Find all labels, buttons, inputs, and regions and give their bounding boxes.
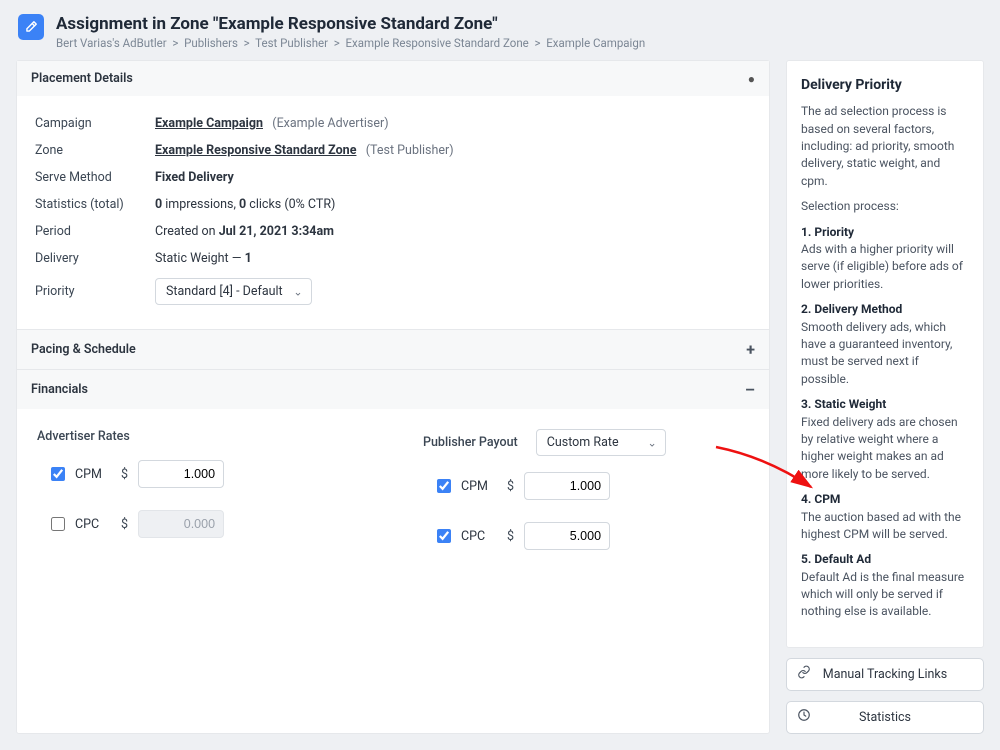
step-priority: 1. Priority Ads with a higher priority w… bbox=[801, 224, 969, 294]
page-title: Assignment in Zone "Example Responsive S… bbox=[56, 14, 645, 34]
zone-publisher: (Test Publisher) bbox=[366, 143, 454, 158]
sidebar-intro: The ad selection process is based on sev… bbox=[801, 103, 969, 190]
pub-cpm-checkbox[interactable] bbox=[437, 479, 451, 493]
pub-cpc-input[interactable] bbox=[524, 522, 610, 550]
page-header: Assignment in Zone "Example Responsive S… bbox=[0, 0, 1000, 60]
value-serve-method: Fixed Delivery bbox=[155, 170, 234, 185]
breadcrumb-item[interactable]: Bert Varias's AdButler bbox=[56, 36, 167, 50]
link-icon bbox=[797, 665, 811, 683]
breadcrumb-item[interactable]: Publishers bbox=[184, 36, 238, 50]
sidebar: Delivery Priority The ad selection proce… bbox=[786, 60, 984, 734]
adv-cpm-label: CPM bbox=[75, 467, 111, 482]
step-cpm: 4. CPM The auction based ad with the hig… bbox=[801, 491, 969, 543]
step-default-ad: 5. Default Ad Default Ad is the final me… bbox=[801, 551, 969, 621]
section-head-pacing[interactable]: Pacing & Schedule + bbox=[17, 330, 769, 369]
expand-icon: + bbox=[746, 340, 755, 359]
breadcrumb-item[interactable]: Example Responsive Standard Zone bbox=[345, 36, 528, 50]
breadcrumb: Bert Varias's AdButler > Publishers > Te… bbox=[56, 36, 645, 50]
chevron-down-icon: ⌄ bbox=[648, 436, 657, 449]
rate-row-pub-cpc: CPC $ bbox=[423, 522, 749, 550]
collapse-icon: – bbox=[745, 380, 755, 399]
breadcrumb-item[interactable]: Example Campaign bbox=[546, 36, 645, 50]
value-delivery: Static Weight — 1 bbox=[155, 251, 252, 266]
label-serve-method: Serve Method bbox=[35, 170, 155, 185]
label-statistics: Statistics (total) bbox=[35, 197, 155, 212]
label-delivery: Delivery bbox=[35, 251, 155, 266]
sidebar-title: Delivery Priority bbox=[801, 75, 969, 95]
adv-cpc-checkbox[interactable] bbox=[51, 517, 65, 531]
pub-cpm-input[interactable] bbox=[524, 472, 610, 500]
adv-cpm-checkbox[interactable] bbox=[51, 467, 65, 481]
label-period: Period bbox=[35, 224, 155, 239]
main-card: Placement Details ● Campaign Example Cam… bbox=[16, 60, 770, 734]
adv-cpm-input[interactable] bbox=[138, 460, 224, 488]
edit-icon bbox=[18, 14, 44, 40]
currency-symbol: $ bbox=[507, 529, 514, 544]
pub-cpc-label: CPC bbox=[461, 529, 497, 544]
section-pacing: Pacing & Schedule + bbox=[17, 330, 769, 370]
section-title: Pacing & Schedule bbox=[31, 342, 136, 357]
section-title: Financials bbox=[31, 382, 88, 397]
label-zone: Zone bbox=[35, 143, 155, 158]
advertiser-rates-label: Advertiser Rates bbox=[37, 429, 363, 444]
breadcrumb-item[interactable]: Test Publisher bbox=[255, 36, 328, 50]
currency-symbol: $ bbox=[507, 479, 514, 494]
chevron-down-icon: ⌄ bbox=[293, 285, 302, 298]
value-statistics: 0 impressions, 0 clicks (0% CTR) bbox=[155, 197, 335, 212]
link-campaign[interactable]: Example Campaign bbox=[155, 116, 263, 131]
step-static-weight: 3. Static Weight Fixed delivery ads are … bbox=[801, 396, 969, 483]
section-head-financials[interactable]: Financials – bbox=[17, 370, 769, 409]
adv-cpc-label: CPC bbox=[75, 517, 111, 532]
advertiser-rates: Advertiser Rates CPM $ CPC $ bbox=[37, 429, 363, 572]
rate-row-adv-cpm: CPM $ bbox=[37, 460, 363, 488]
publisher-payout: Publisher Payout Custom Rate ⌄ CPM $ bbox=[423, 429, 749, 572]
pub-cpm-label: CPM bbox=[461, 479, 497, 494]
label-priority: Priority bbox=[35, 284, 155, 299]
rate-row-adv-cpc: CPC $ bbox=[37, 510, 363, 538]
publisher-payout-select[interactable]: Custom Rate ⌄ bbox=[536, 429, 666, 456]
pub-cpc-checkbox[interactable] bbox=[437, 529, 451, 543]
adv-cpc-input bbox=[138, 510, 224, 538]
selection-process-label: Selection process: bbox=[801, 198, 969, 215]
section-head-placement[interactable]: Placement Details ● bbox=[17, 61, 769, 96]
manual-tracking-links-button[interactable]: Manual Tracking Links bbox=[786, 658, 984, 691]
statistics-button[interactable]: Statistics bbox=[786, 701, 984, 734]
label-campaign: Campaign bbox=[35, 116, 155, 131]
priority-select[interactable]: Standard [4] - Default ⌄ bbox=[155, 278, 312, 305]
currency-symbol: $ bbox=[121, 467, 128, 482]
section-title: Placement Details bbox=[31, 71, 133, 86]
section-placement: Placement Details ● Campaign Example Cam… bbox=[17, 61, 769, 330]
clock-icon bbox=[797, 708, 811, 726]
publisher-payout-label: Publisher Payout bbox=[423, 435, 518, 450]
delivery-priority-card: Delivery Priority The ad selection proce… bbox=[786, 60, 984, 648]
value-period: Created on Jul 21, 2021 3:34am bbox=[155, 224, 334, 239]
dot-icon: ● bbox=[748, 72, 755, 86]
link-zone[interactable]: Example Responsive Standard Zone bbox=[155, 143, 356, 158]
step-delivery-method: 2. Delivery Method Smooth delivery ads, … bbox=[801, 301, 969, 388]
currency-symbol: $ bbox=[121, 517, 128, 532]
section-financials: Financials – Advertiser Rates CPM $ bbox=[17, 370, 769, 590]
rate-row-pub-cpm: CPM $ bbox=[423, 472, 749, 500]
